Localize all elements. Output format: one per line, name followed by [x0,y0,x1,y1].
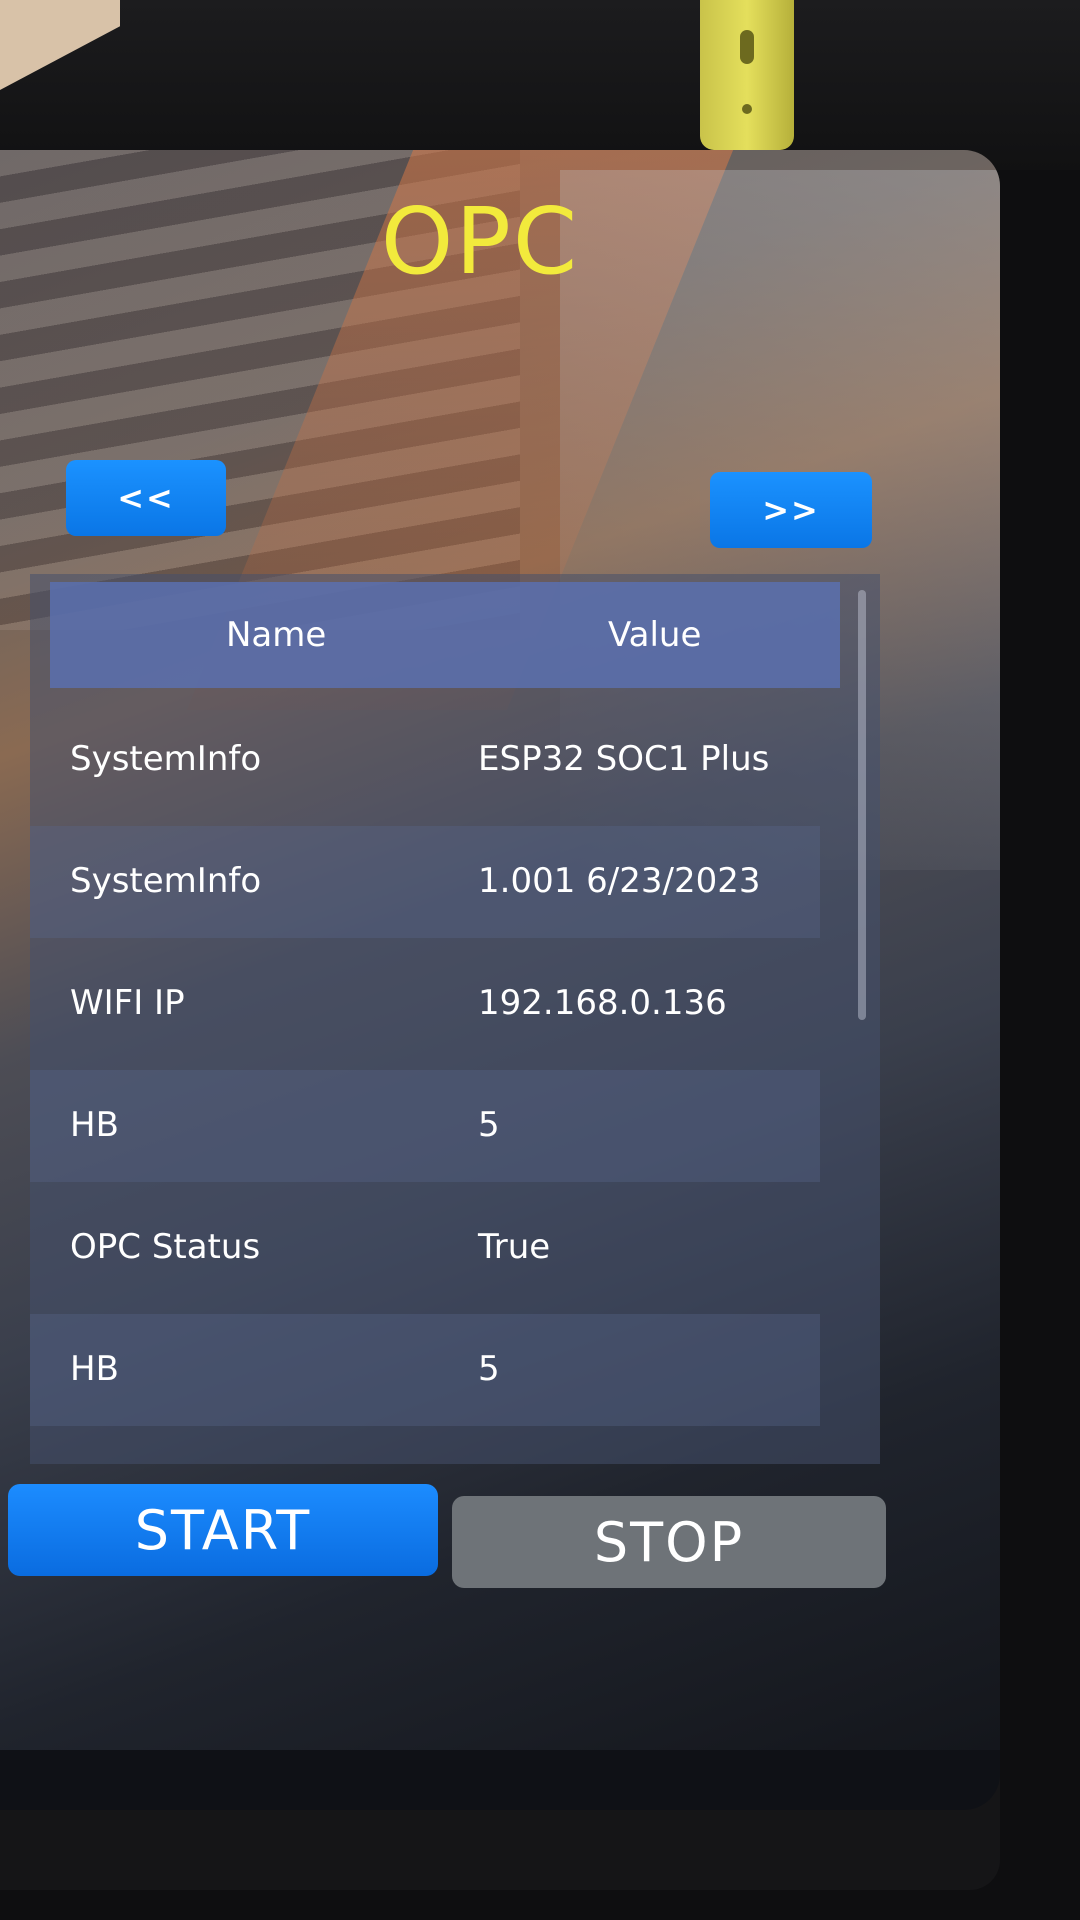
table-row[interactable]: HB 5 [30,1070,820,1182]
row-value: ESP32 SOC1 Plus [478,739,770,780]
device-surroundings [0,0,1080,170]
table-row[interactable]: OPC Status True [30,1192,820,1304]
page-title: OPC [380,188,580,295]
row-name: SystemInfo [70,739,262,780]
row-name: HB [70,1349,119,1390]
screen-bottom-area [0,1750,1000,1810]
table-scrollbar[interactable] [858,590,866,1020]
previous-page-button[interactable]: << [66,460,226,536]
cable-connector [700,0,794,150]
table-row[interactable]: WIFI IP 192.168.0.136 [30,948,820,1060]
table-header: Name Value [50,582,840,688]
table-row[interactable]: HB 5 [30,1314,820,1426]
column-header-name: Name [226,615,327,655]
stop-button[interactable]: STOP [452,1496,886,1588]
row-value: 192.168.0.136 [478,983,727,1024]
row-value: 5 [478,1105,500,1146]
row-name: SystemInfo [70,861,262,902]
row-value: 5 [478,1349,500,1390]
table-row[interactable]: SystemInfo 1.001 6/23/2023 [30,826,820,938]
row-name: HB [70,1105,119,1146]
cable-dot [742,104,752,114]
row-name: OPC Status [70,1227,261,1268]
cable-slot [740,30,754,64]
column-header-value: Value [608,615,702,655]
row-value: 1.001 6/23/2023 [478,861,761,902]
row-value: True [478,1227,551,1268]
start-button[interactable]: START [8,1484,438,1576]
next-page-button[interactable]: >> [710,472,872,548]
data-table[interactable]: Name Value SystemInfo ESP32 SOC1 Plus Sy… [30,574,880,1464]
row-name: WIFI IP [70,983,185,1024]
table-row[interactable]: SystemInfo ESP32 SOC1 Plus [30,704,820,816]
